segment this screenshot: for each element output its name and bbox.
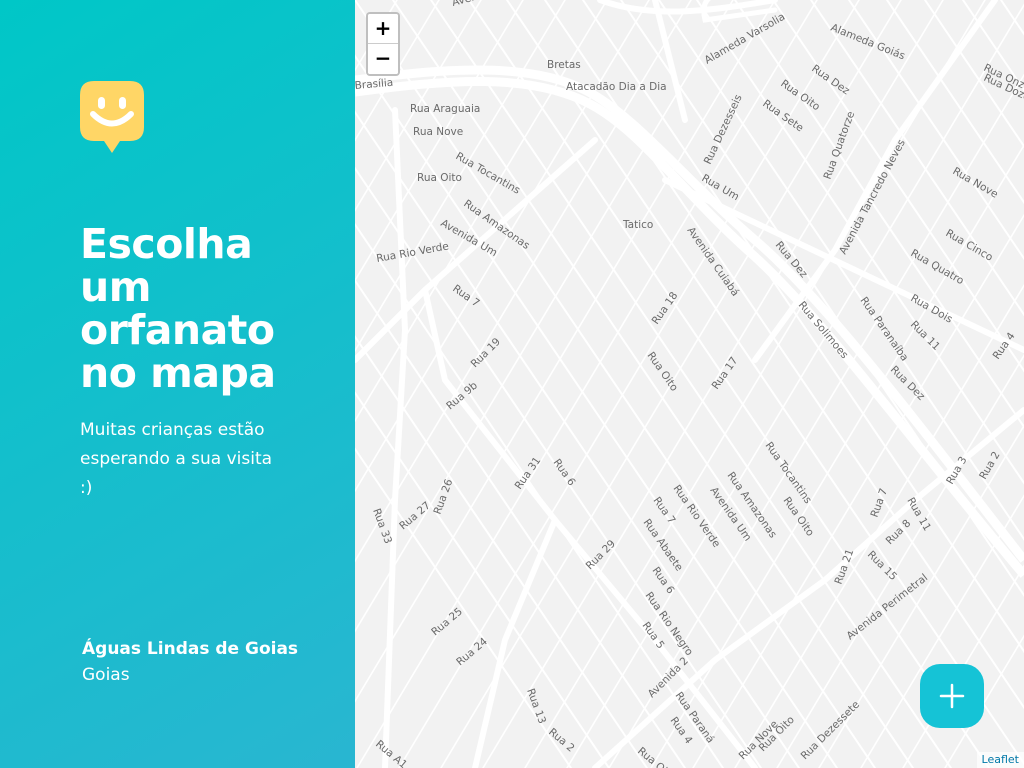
- street-label: Rua Rio Verde: [375, 240, 449, 265]
- street-label: Rua 19: [469, 336, 503, 370]
- street-label: Rua Oito: [778, 78, 822, 114]
- street-label: Rua 29: [584, 538, 618, 572]
- street-label: Rua Oito: [417, 172, 462, 184]
- street-label: Rua 6: [551, 457, 578, 489]
- street-label: Atacadão Dia a Dia: [566, 81, 667, 93]
- street-label: Rua Sete: [760, 98, 805, 135]
- street-label: Rua 13: [524, 687, 548, 726]
- street-label: Rua Dezessete: [799, 699, 862, 762]
- sidebar: Escolha um orfanato no mapa Muitas crian…: [0, 0, 355, 768]
- street-label: Rua Nove: [413, 126, 463, 138]
- street-label: Rua 33: [370, 507, 394, 546]
- street-label: Rua Dez: [809, 63, 852, 98]
- street-label: Rua Oito: [645, 350, 681, 394]
- street-label: Rua Quatorze: [822, 110, 858, 181]
- street-label: Rua Tocantins: [454, 150, 523, 197]
- location-state: Goias: [82, 665, 130, 685]
- page-title: Escolha um orfanato no mapa: [80, 220, 276, 397]
- street-label: Bretas: [547, 59, 581, 71]
- map-attribution[interactable]: Leaflet: [976, 752, 1024, 768]
- map[interactable]: AvenidaAlameda VarsoliaAlameda GoiásRua …: [355, 0, 1024, 768]
- street-label: Rua 25: [429, 606, 465, 639]
- zoom-out-button[interactable]: −: [368, 44, 398, 74]
- street-label: Tatico: [622, 219, 653, 231]
- street-label: Rua 2: [977, 450, 1002, 482]
- street-label: Rua 2: [546, 726, 577, 754]
- happy-face-marker-icon: [80, 81, 144, 153]
- location-city: Águas Lindas de Goias: [82, 639, 299, 659]
- plus-icon: [939, 683, 965, 709]
- page-subtitle: Muitas crianças estão esperando a sua vi…: [80, 420, 273, 498]
- map-tiles[interactable]: AvenidaAlameda VarsoliaAlameda GoiásRua …: [355, 0, 1024, 768]
- zoom-in-button[interactable]: +: [368, 14, 398, 44]
- location-info: Águas Lindas de Goias Goias: [82, 636, 298, 688]
- street-label: Rua 27: [397, 500, 433, 533]
- add-orphanage-button[interactable]: [920, 664, 984, 728]
- street-label: Rua Araguaia: [410, 103, 480, 115]
- street-label: Rua 18: [650, 290, 681, 327]
- street-label: Rua 11: [908, 319, 942, 353]
- street-label: Rua Nove: [951, 165, 1000, 200]
- zoom-control: + −: [366, 12, 400, 76]
- street-label: Rua 24: [454, 635, 490, 668]
- street-label: Rua 17: [710, 355, 741, 392]
- street-label: Rua A1: [373, 738, 409, 768]
